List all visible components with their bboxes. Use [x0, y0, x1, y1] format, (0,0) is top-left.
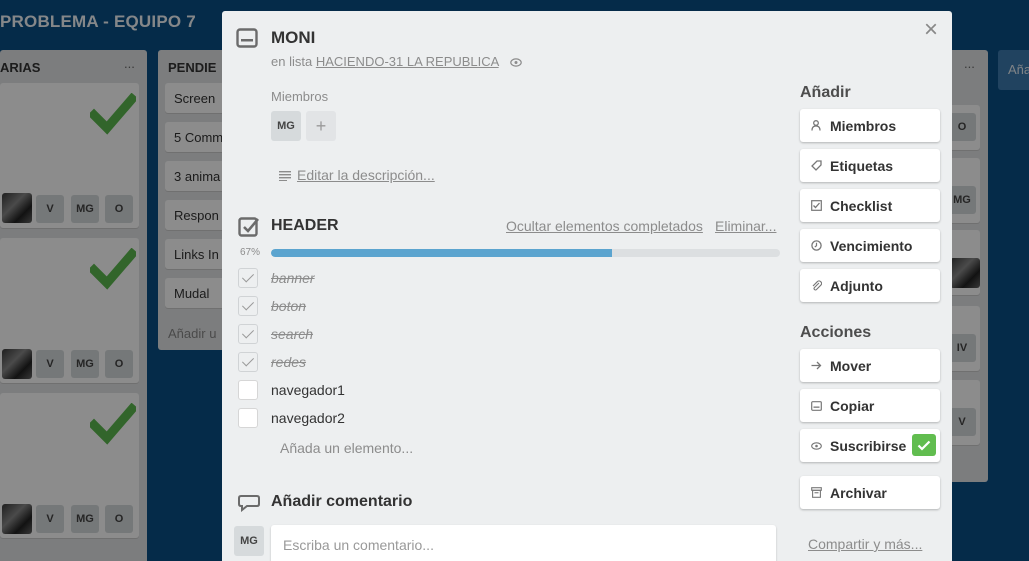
checklist-icon — [810, 200, 822, 211]
members-button[interactable]: Miembros — [800, 109, 940, 142]
card-icon — [236, 28, 258, 48]
checklist-item[interactable]: redes — [238, 352, 778, 374]
progress-fill — [271, 249, 613, 257]
checklist-item-checkbox[interactable] — [238, 324, 258, 344]
subscribe-button-label: Suscribirse — [830, 437, 907, 454]
card-title[interactable]: MONI — [271, 28, 315, 48]
move-button-label: Mover — [830, 357, 872, 374]
add-heading: Añadir — [800, 84, 851, 101]
attachment-button-label: Adjunto — [830, 277, 883, 294]
edit-description-text: Editar la descripción... — [297, 167, 435, 183]
checklist-item-checkbox[interactable] — [238, 352, 258, 372]
checklist-button-label: Checklist — [830, 197, 893, 214]
tag-icon — [810, 160, 822, 171]
due-date-button[interactable]: Vencimiento — [800, 229, 940, 262]
in-list-prefix: en lista — [271, 54, 313, 69]
add-comment-title: Añadir comentario — [271, 493, 413, 510]
checklist-item[interactable]: search — [238, 324, 778, 346]
card-list-info: en lista HACIENDO-31 LA REPUBLICA — [271, 54, 523, 69]
comment-icon — [238, 495, 260, 512]
archive-button[interactable]: Archivar — [800, 476, 940, 509]
archive-icon — [810, 487, 822, 498]
move-button[interactable]: Mover — [800, 349, 940, 382]
checklist-item-text[interactable]: navegador1 — [271, 382, 345, 398]
copy-button-label: Copiar — [830, 397, 875, 414]
comment-input[interactable] — [271, 525, 776, 561]
checklist-item-text[interactable]: boton — [271, 298, 306, 314]
checklist-icon — [238, 217, 259, 237]
archive-button-label: Archivar — [830, 484, 887, 501]
checklist-item[interactable]: banner — [238, 268, 778, 290]
labels-button[interactable]: Etiquetas — [800, 149, 940, 182]
list-link[interactable]: HACIENDO-31 LA REPUBLICA — [316, 54, 499, 69]
attachment-button[interactable]: Adjunto — [800, 269, 940, 302]
subscribed-check-icon — [912, 434, 936, 456]
eye-icon — [810, 441, 822, 450]
copy-button[interactable]: Copiar — [800, 389, 940, 422]
checklist-item-checkbox[interactable] — [238, 380, 258, 400]
checklist-item-text[interactable]: banner — [271, 270, 315, 286]
checklist-item-checkbox[interactable] — [238, 268, 258, 288]
checklist-item[interactable]: navegador1 — [238, 380, 778, 402]
labels-button-label: Etiquetas — [830, 157, 894, 174]
hide-completed-link[interactable]: Ocultar elementos completados — [506, 218, 703, 234]
actions-heading: Acciones — [800, 324, 872, 341]
arrow-right-icon — [810, 361, 822, 370]
delete-checklist-link[interactable]: Eliminar... — [715, 218, 776, 234]
checklist-item-text[interactable]: navegador2 — [271, 410, 345, 426]
description-icon — [279, 171, 291, 182]
person-icon — [810, 120, 822, 131]
due-date-button-label: Vencimiento — [830, 237, 913, 254]
edit-description-link[interactable]: Editar la descripción... — [279, 167, 435, 183]
checklist-item-text[interactable]: redes — [271, 354, 306, 370]
clock-icon — [810, 240, 822, 251]
add-member-button[interactable]: + — [306, 111, 336, 141]
card-icon — [810, 400, 822, 411]
card-detail-modal: × MONI en lista HACIENDO-31 LA REPUBLICA… — [222, 11, 952, 561]
close-icon[interactable]: × — [920, 18, 942, 42]
member-avatar[interactable]: MG — [271, 111, 301, 141]
share-more-link[interactable]: Compartir y más... — [808, 536, 922, 552]
progress-percent: 67% — [240, 247, 261, 258]
eye-icon — [510, 58, 523, 67]
checklist-title[interactable]: HEADER — [271, 217, 339, 235]
subscribe-button[interactable]: Suscribirse — [800, 429, 940, 462]
add-item-link[interactable]: Añada un elemento... — [280, 440, 413, 456]
members-label: Miembros — [271, 89, 329, 104]
progress-bar — [271, 249, 780, 257]
checklist-item-checkbox[interactable] — [238, 296, 258, 316]
checklist-button[interactable]: Checklist — [800, 189, 940, 222]
avatar: MG — [234, 526, 264, 556]
checklist-item[interactable]: boton — [238, 296, 778, 318]
checklist-item-text[interactable]: search — [271, 326, 313, 342]
paperclip-icon — [810, 280, 822, 291]
checklist-item[interactable]: navegador2 — [238, 408, 778, 430]
checklist-item-checkbox[interactable] — [238, 408, 258, 428]
members-button-label: Miembros — [830, 117, 897, 134]
